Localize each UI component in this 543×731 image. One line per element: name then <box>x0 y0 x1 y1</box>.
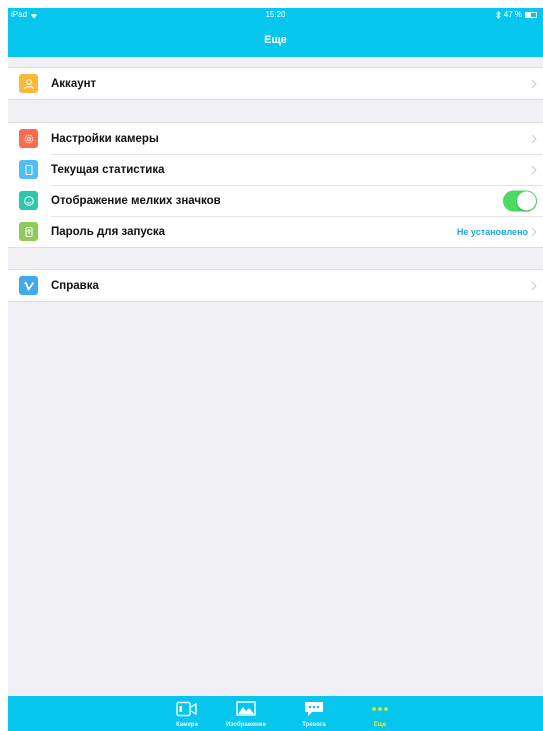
tab-more[interactable]: Еще <box>345 696 415 731</box>
app-screen: iPad 15:20 47 % Еще Аккаунт Настройки ка… <box>8 8 543 731</box>
chevron-right-icon <box>531 281 537 290</box>
small-icons-row: Отображение мелких значков <box>8 185 543 216</box>
status-right: 47 % <box>495 8 537 22</box>
help-label: Справка <box>51 279 99 292</box>
tablet-icon <box>19 160 38 179</box>
small-icons-toggle[interactable] <box>503 190 537 211</box>
chevron-right-icon <box>531 165 537 174</box>
toggle-knob <box>517 191 536 210</box>
chevron-right-icon <box>531 134 537 143</box>
camera-icon <box>176 701 197 717</box>
top-bar: iPad 15:20 47 % Еще <box>8 8 543 57</box>
current-stats-row[interactable]: Текущая статистика <box>8 154 543 185</box>
battery-icon <box>525 12 537 18</box>
chevron-right-icon <box>531 227 537 236</box>
vimeo-v-icon <box>19 276 38 295</box>
row-divider <box>51 216 543 217</box>
tab-bar: Камера Изображение Тревога Еще <box>8 696 543 731</box>
status-bar: iPad 15:20 47 % <box>8 8 543 22</box>
battery-percent: 47 % <box>503 10 522 19</box>
camera-settings-row[interactable]: Настройки камеры <box>8 123 543 154</box>
tab-image[interactable]: Изображение <box>211 696 281 731</box>
camera-settings-label: Настройки камеры <box>51 132 159 145</box>
battery-fill <box>526 13 531 17</box>
more-icon <box>372 707 388 711</box>
tab-alarm[interactable]: Тревога <box>279 696 349 731</box>
user-icon <box>19 74 38 93</box>
status-time: 15:20 <box>265 10 286 19</box>
settings-gear-icon <box>19 129 38 148</box>
launch-password-value: Не установлено <box>456 226 528 237</box>
alarm-message-icon <box>305 702 323 716</box>
smiley-icon <box>19 191 38 210</box>
bluetooth-icon <box>495 11 501 19</box>
help-section: Справка <box>8 269 543 302</box>
tab-label-alarm: Тревога <box>302 722 326 728</box>
tab-label-image: Изображение <box>226 722 266 728</box>
chevron-right-icon <box>531 79 537 88</box>
row-divider <box>51 154 543 155</box>
settings-section: Настройки камеры Текущая статистика Отоб… <box>8 122 543 248</box>
row-divider <box>51 185 543 186</box>
tab-label-more: Еще <box>373 722 387 728</box>
page-title: Еще <box>264 34 287 46</box>
account-label: Аккаунт <box>51 77 97 90</box>
current-stats-label: Текущая статистика <box>51 163 165 176</box>
lock-icon <box>19 222 38 241</box>
account-section: Аккаунт <box>8 67 543 100</box>
small-icons-label: Отображение мелких значков <box>51 194 221 207</box>
account-row[interactable]: Аккаунт <box>8 68 543 99</box>
launch-password-row[interactable]: Пароль для запуска Не установлено <box>8 216 543 247</box>
help-row[interactable]: Справка <box>8 270 543 301</box>
launch-password-label: Пароль для запуска <box>51 225 166 238</box>
image-icon <box>236 701 256 716</box>
